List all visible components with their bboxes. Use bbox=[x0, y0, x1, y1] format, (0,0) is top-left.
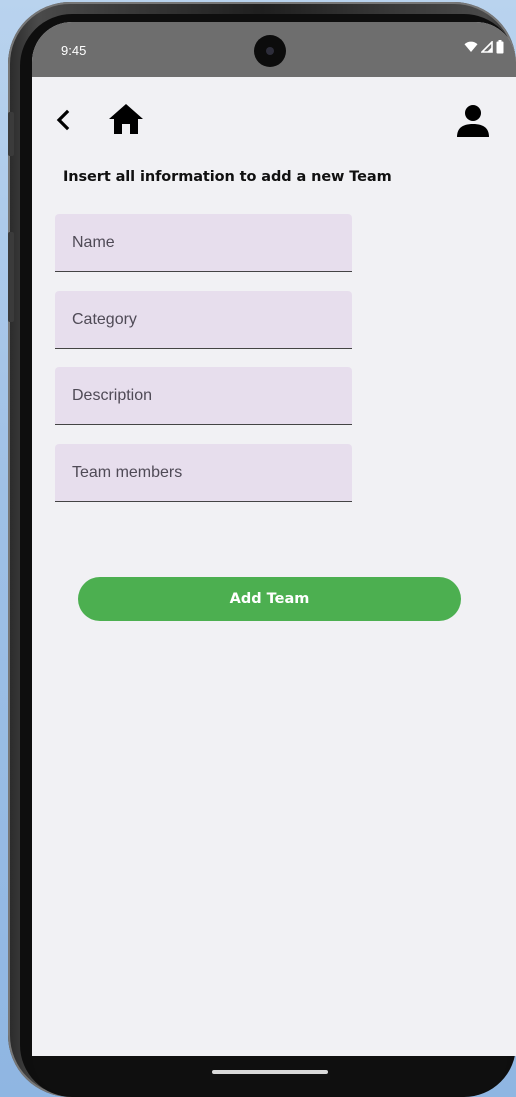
signal-icon bbox=[480, 40, 493, 56]
home-button[interactable] bbox=[106, 103, 146, 139]
camera-cutout bbox=[254, 35, 286, 67]
profile-button[interactable] bbox=[454, 104, 492, 142]
home-icon bbox=[108, 103, 144, 140]
name-input[interactable] bbox=[55, 214, 352, 271]
add-team-button[interactable]: Add Team bbox=[78, 577, 461, 621]
wifi-icon bbox=[464, 41, 478, 56]
back-button[interactable] bbox=[50, 107, 76, 137]
status-bar: 9:45 bbox=[32, 22, 516, 77]
description-field[interactable] bbox=[55, 367, 352, 425]
category-input[interactable] bbox=[55, 291, 352, 348]
description-input[interactable] bbox=[55, 367, 352, 424]
team-members-input[interactable] bbox=[55, 444, 352, 501]
app-bar bbox=[32, 77, 516, 169]
category-field[interactable] bbox=[55, 291, 352, 349]
navigation-bar bbox=[32, 1056, 508, 1096]
phone-side-button bbox=[8, 112, 14, 156]
app-screen: 9:45 Insert all information to add a new… bbox=[32, 22, 516, 1056]
name-field[interactable] bbox=[55, 214, 352, 272]
team-members-field[interactable] bbox=[55, 444, 352, 502]
form-instruction: Insert all information to add a new Team bbox=[63, 169, 392, 185]
chevron-left-icon bbox=[55, 109, 71, 136]
person-icon bbox=[456, 104, 490, 143]
battery-icon bbox=[496, 40, 504, 57]
status-icons bbox=[464, 40, 504, 57]
phone-volume-button bbox=[8, 232, 14, 322]
home-indicator[interactable] bbox=[212, 1070, 328, 1074]
status-time: 9:45 bbox=[61, 43, 87, 58]
